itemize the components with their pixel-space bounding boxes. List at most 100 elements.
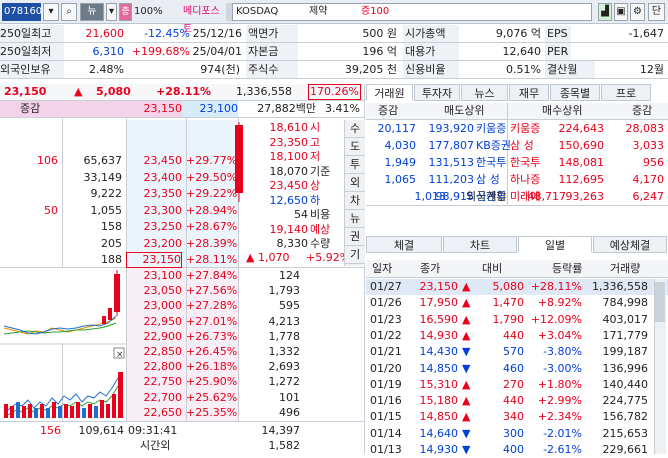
info-value: +199.68% (131, 45, 190, 58)
broker-sell-qty: 177,807 (428, 139, 475, 152)
broker-sell-name[interactable]: 삼 성 (476, 172, 500, 188)
ask-price[interactable]: 23,300 (126, 203, 183, 219)
daily-date[interactable]: 01/15 (370, 409, 402, 425)
ask-pct: +28.11% (186, 253, 238, 266)
broker-sell-name[interactable]: 키움증 (476, 121, 506, 137)
chart-icon[interactable]: ▟ (598, 3, 612, 21)
price-change-pct: +28.11% (156, 85, 212, 98)
daily-pct: +3.04% (537, 328, 582, 342)
bid-price[interactable]: 22,900 (126, 329, 183, 345)
info-label: 외국인보유 (0, 61, 64, 79)
bid-price[interactable]: 23,000 (126, 298, 183, 314)
bid-price[interactable]: 22,850 (126, 344, 183, 360)
daily-pct: +2.34% (537, 410, 582, 424)
daily-date[interactable]: 01/13 (370, 442, 402, 458)
dropdown-button[interactable]: ▾ (43, 3, 59, 21)
broker-tab[interactable]: 재무 (509, 84, 549, 101)
bid-price[interactable]: 22,800 (126, 359, 183, 375)
ask-price[interactable]: 23,250 (126, 219, 183, 235)
daily-change: 5,080 (492, 280, 525, 293)
broker-tab[interactable]: 투자자 (414, 84, 460, 101)
daily-tab[interactable]: 예상체결 (593, 236, 667, 253)
daily-pct: -3.00% (543, 361, 582, 375)
bid-price[interactable]: 22,750 (126, 374, 183, 390)
bid-pct: +27.84% (186, 269, 238, 282)
side-button[interactable]: 차 (345, 192, 365, 210)
daily-close: 14,850 (419, 410, 459, 424)
daily-date[interactable]: 01/19 (370, 377, 402, 393)
broker-sell-name[interactable]: 한국투 (476, 155, 506, 171)
broker-buy-change: 28,083 (625, 122, 665, 135)
search-icon[interactable]: ⌕ (61, 3, 77, 21)
broker-tab[interactable]: 거래원 (366, 84, 413, 101)
side-button[interactable]: 외 (345, 174, 365, 192)
info-label: 결산월 (545, 61, 595, 79)
daily-pct: -2.01% (543, 426, 582, 440)
category-button[interactable]: 뉴 (80, 3, 104, 21)
broker-tab[interactable]: 종목별 (550, 84, 600, 101)
daily-date[interactable]: 01/14 (370, 426, 402, 442)
gear-icon[interactable]: ⚙ (630, 3, 645, 21)
daily-date[interactable]: 01/27 (370, 279, 402, 295)
svg-text:×: × (116, 350, 124, 360)
bid-pct: +27.56% (186, 284, 238, 298)
side-button[interactable]: 뉴 (345, 210, 365, 228)
daily-tab[interactable]: 일별 (518, 236, 592, 253)
trade-amount: 27,882백만 (257, 102, 316, 115)
ask-price[interactable]: 23,200 (126, 236, 183, 252)
filter-button[interactable]: ▾ (106, 3, 117, 21)
bid-price[interactable]: 23,100 (126, 268, 183, 284)
stock-code-input[interactable]: 078160 (2, 3, 42, 21)
broker-buy-name[interactable]: 하나증 (510, 172, 540, 188)
side-button[interactable]: 투 (345, 156, 365, 174)
side-button[interactable]: 권 (345, 228, 365, 246)
broker-buy-qty: 112,695 (558, 173, 605, 186)
info-label: 신용비율 (403, 61, 459, 79)
daily-date[interactable]: 01/22 (370, 328, 402, 344)
ask-price[interactable]: 23,350 (126, 186, 183, 202)
info-value: 21,600 (85, 27, 125, 40)
broker-sell-name[interactable]: KB증권 (476, 138, 511, 154)
info-label: 액면가 (246, 25, 298, 43)
bid-pct: +26.18% (186, 360, 238, 374)
broker-buy-name[interactable]: 한국투 (510, 155, 540, 171)
window-icon[interactable]: ▣ (614, 3, 628, 21)
daily-tab[interactable]: 체결 (366, 236, 442, 253)
side-button[interactable]: 기 (345, 246, 365, 264)
daily-pct: +28.11% (530, 280, 582, 293)
daily-date[interactable]: 01/20 (370, 361, 402, 377)
side-button[interactable]: 도 (345, 138, 365, 156)
daily-volume: 224,775 (602, 394, 649, 408)
daily-close: 23,150 (419, 280, 459, 293)
single-button[interactable]: 단 (648, 3, 665, 21)
daily-date[interactable]: 01/16 (370, 393, 402, 409)
daily-date[interactable]: 01/26 (370, 295, 402, 311)
daily-volume: 156,782 (602, 410, 649, 424)
daily-change: 440 (503, 394, 524, 408)
daily-change: 340 (503, 410, 524, 424)
daily-col-header: 일자 (372, 262, 393, 275)
bidask-header: 증감 23,150 23,100 27,882백만 3.41% (0, 101, 364, 118)
daily-pct: +12.09% (530, 312, 582, 326)
daily-date[interactable]: 01/21 (370, 344, 402, 360)
side-button[interactable]: 수 (345, 120, 365, 138)
broker-tab[interactable]: 프로 (601, 84, 651, 101)
broker-buy-name[interactable]: 키움증 (510, 121, 540, 137)
ask-price[interactable]: 23,400 (126, 170, 183, 186)
daily-date[interactable]: 01/23 (370, 312, 402, 328)
broker-tab[interactable]: 뉴스 (461, 84, 508, 101)
daily-tab[interactable]: 차트 (443, 236, 517, 253)
bid-price[interactable]: 23,050 (126, 283, 183, 299)
broker-buy-name[interactable]: 삼 성 (510, 138, 534, 154)
daily-col-header: 거래량 (610, 262, 641, 275)
expected-arrow-icon: ▲ (246, 251, 255, 264)
info-value: 25/12/16 (192, 27, 242, 40)
bid-price[interactable]: 22,700 (126, 390, 183, 406)
after-hours-label[interactable]: 시간외 (140, 438, 170, 454)
bid-price[interactable]: 22,650 (126, 405, 183, 421)
ask-price[interactable]: 23,150 (126, 252, 182, 268)
bid-price[interactable]: 22,950 (126, 314, 183, 330)
scrollbar-thumb[interactable] (655, 282, 665, 322)
broker-sell-change: 4,030 (384, 139, 417, 152)
ask-price[interactable]: 23,450 (126, 153, 183, 169)
